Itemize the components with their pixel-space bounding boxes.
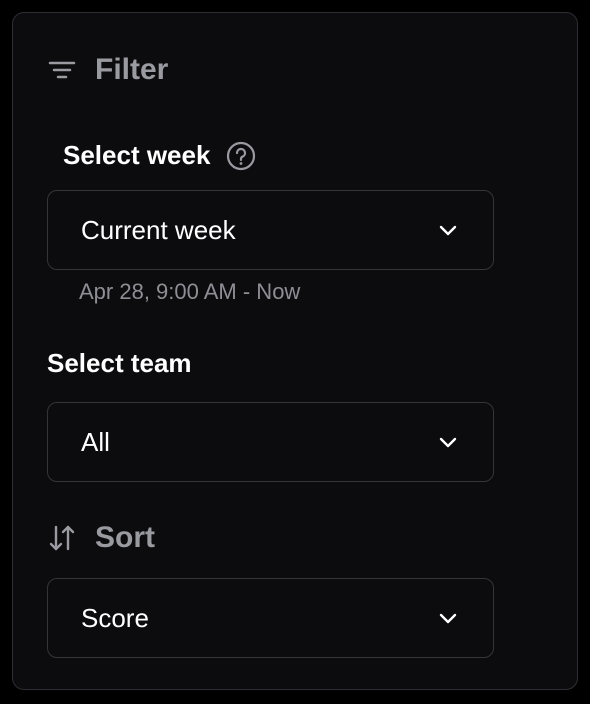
team-label-text: Select team [47,348,192,378]
sort-select-value: Score [81,602,149,633]
chevron-down-icon [437,431,459,453]
sort-select[interactable]: Score [47,578,494,658]
sort-title: Sort [95,521,155,554]
chevron-down-icon [437,219,459,241]
question-circle-icon[interactable] [226,141,256,171]
week-range-hint: Apr 28, 9:00 AM - Now [79,279,301,304]
filter-panel: Filter Select week Current week Apr 28, … [12,12,578,690]
filter-icon [47,55,77,85]
week-select-value: Current week [81,214,236,245]
team-select[interactable]: All [47,402,494,482]
team-label: Select team [47,348,192,379]
team-select-value: All [81,426,110,457]
filter-header: Filter [47,53,168,87]
filter-title: Filter [95,53,169,86]
week-label-text: Select week [63,140,211,170]
sort-arrows-icon [47,523,77,553]
chevron-down-icon [437,607,459,629]
sort-header: Sort [47,521,155,555]
week-select[interactable]: Current week [47,190,494,270]
week-label: Select week [63,140,256,171]
